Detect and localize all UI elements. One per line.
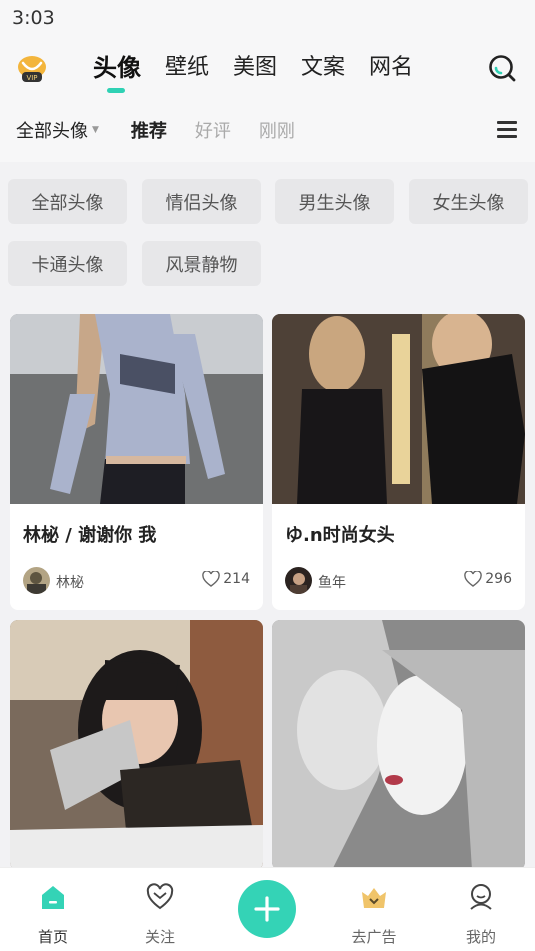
like-count-value: 214 — [223, 571, 250, 587]
sub-tabs: 全部头像 ▼ 推荐 好评 刚刚 — [16, 117, 323, 143]
nav-home-label: 首页 — [37, 928, 68, 946]
author-name[interactable]: 鱼年 — [318, 572, 346, 592]
tab-images[interactable]: 美图 — [233, 52, 277, 84]
header: VIP 头像 壁纸 美图 文案 网名 全部头像 ▼ 推荐 好评 刚刚 — [0, 38, 535, 162]
chip-couple-avatars[interactable]: 情侣头像 — [142, 179, 261, 224]
author-avatar[interactable] — [23, 567, 50, 594]
like-count-value: 296 — [485, 571, 512, 587]
menu-icon[interactable] — [497, 121, 517, 139]
add-post-button[interactable] — [238, 880, 296, 938]
chip-male-avatars[interactable]: 男生头像 — [275, 179, 394, 224]
main-tabs: 头像 壁纸 美图 文案 网名 — [93, 52, 437, 93]
feed-card[interactable] — [272, 620, 525, 870]
feed-card[interactable]: 林柲 / 谢谢你 我 林柲 214 — [10, 314, 263, 610]
card-meta: 鱼年 296 — [285, 567, 512, 595]
crown-icon — [362, 888, 386, 908]
card-title: 林柲 / 谢谢你 我 — [23, 525, 157, 546]
sub-tab-recommended[interactable]: 推荐 — [131, 117, 167, 143]
sub-tab-all-avatars[interactable]: 全部头像 ▼ — [16, 117, 99, 143]
nav-home[interactable]: 首页 — [23, 882, 83, 947]
nav-profile[interactable]: 我的 — [451, 882, 511, 947]
chip-scenery-avatars[interactable]: 风景静物 — [142, 241, 261, 286]
plus-icon — [254, 896, 280, 922]
card-title: ゆ.n时尚女头 — [285, 525, 395, 546]
status-bar: 3:03 — [0, 0, 535, 38]
status-time: 3:03 — [12, 7, 55, 29]
chip-all-avatars[interactable]: 全部头像 — [8, 179, 127, 224]
tab-nickname[interactable]: 网名 — [369, 52, 413, 84]
nav-profile-label: 我的 — [465, 928, 496, 946]
card-photo[interactable] — [272, 620, 525, 870]
home-icon — [42, 886, 64, 909]
bottom-nav: 首页 关注 去广告 我的 — [0, 867, 535, 951]
nav-follow-label: 关注 — [144, 928, 175, 946]
card-photo[interactable] — [272, 314, 525, 504]
card-meta: 林柲 214 — [23, 567, 250, 595]
tab-wallpaper[interactable]: 壁纸 — [165, 52, 209, 84]
tab-avatar[interactable]: 头像 — [93, 52, 141, 93]
search-icon[interactable] — [487, 53, 517, 83]
card-photo[interactable] — [10, 620, 263, 870]
chip-cartoon-avatars[interactable]: 卡通头像 — [8, 241, 127, 286]
category-chips: 全部头像 情侣头像 男生头像 女生头像 卡通头像 风景静物 — [0, 162, 535, 312]
sub-tab-top-rated[interactable]: 好评 — [195, 117, 231, 143]
heart-icon — [202, 571, 221, 587]
caret-down-icon: ▼ — [92, 125, 99, 135]
like-count[interactable]: 296 — [464, 571, 512, 587]
nav-remove-ads-label: 去广告 — [351, 928, 397, 946]
like-count[interactable]: 214 — [202, 571, 250, 587]
vip-icon[interactable]: VIP — [16, 53, 48, 85]
sub-tab-latest[interactable]: 刚刚 — [259, 117, 295, 143]
nav-remove-ads[interactable]: 去广告 — [344, 882, 404, 947]
nav-follow[interactable]: 关注 — [130, 882, 190, 947]
heart-icon — [146, 883, 174, 910]
feed-card[interactable] — [10, 620, 263, 870]
chip-female-avatars[interactable]: 女生头像 — [409, 179, 528, 224]
feed-card[interactable]: ゆ.n时尚女头 鱼年 296 — [272, 314, 525, 610]
sub-tab-all-label: 全部头像 — [16, 121, 88, 142]
author-avatar[interactable] — [285, 567, 312, 594]
vip-badge-text: VIP — [26, 74, 37, 82]
heart-icon — [464, 571, 483, 587]
profile-icon — [470, 884, 492, 910]
tab-copywriting[interactable]: 文案 — [301, 52, 345, 84]
author-name[interactable]: 林柲 — [56, 572, 84, 592]
card-photo[interactable] — [10, 314, 263, 504]
